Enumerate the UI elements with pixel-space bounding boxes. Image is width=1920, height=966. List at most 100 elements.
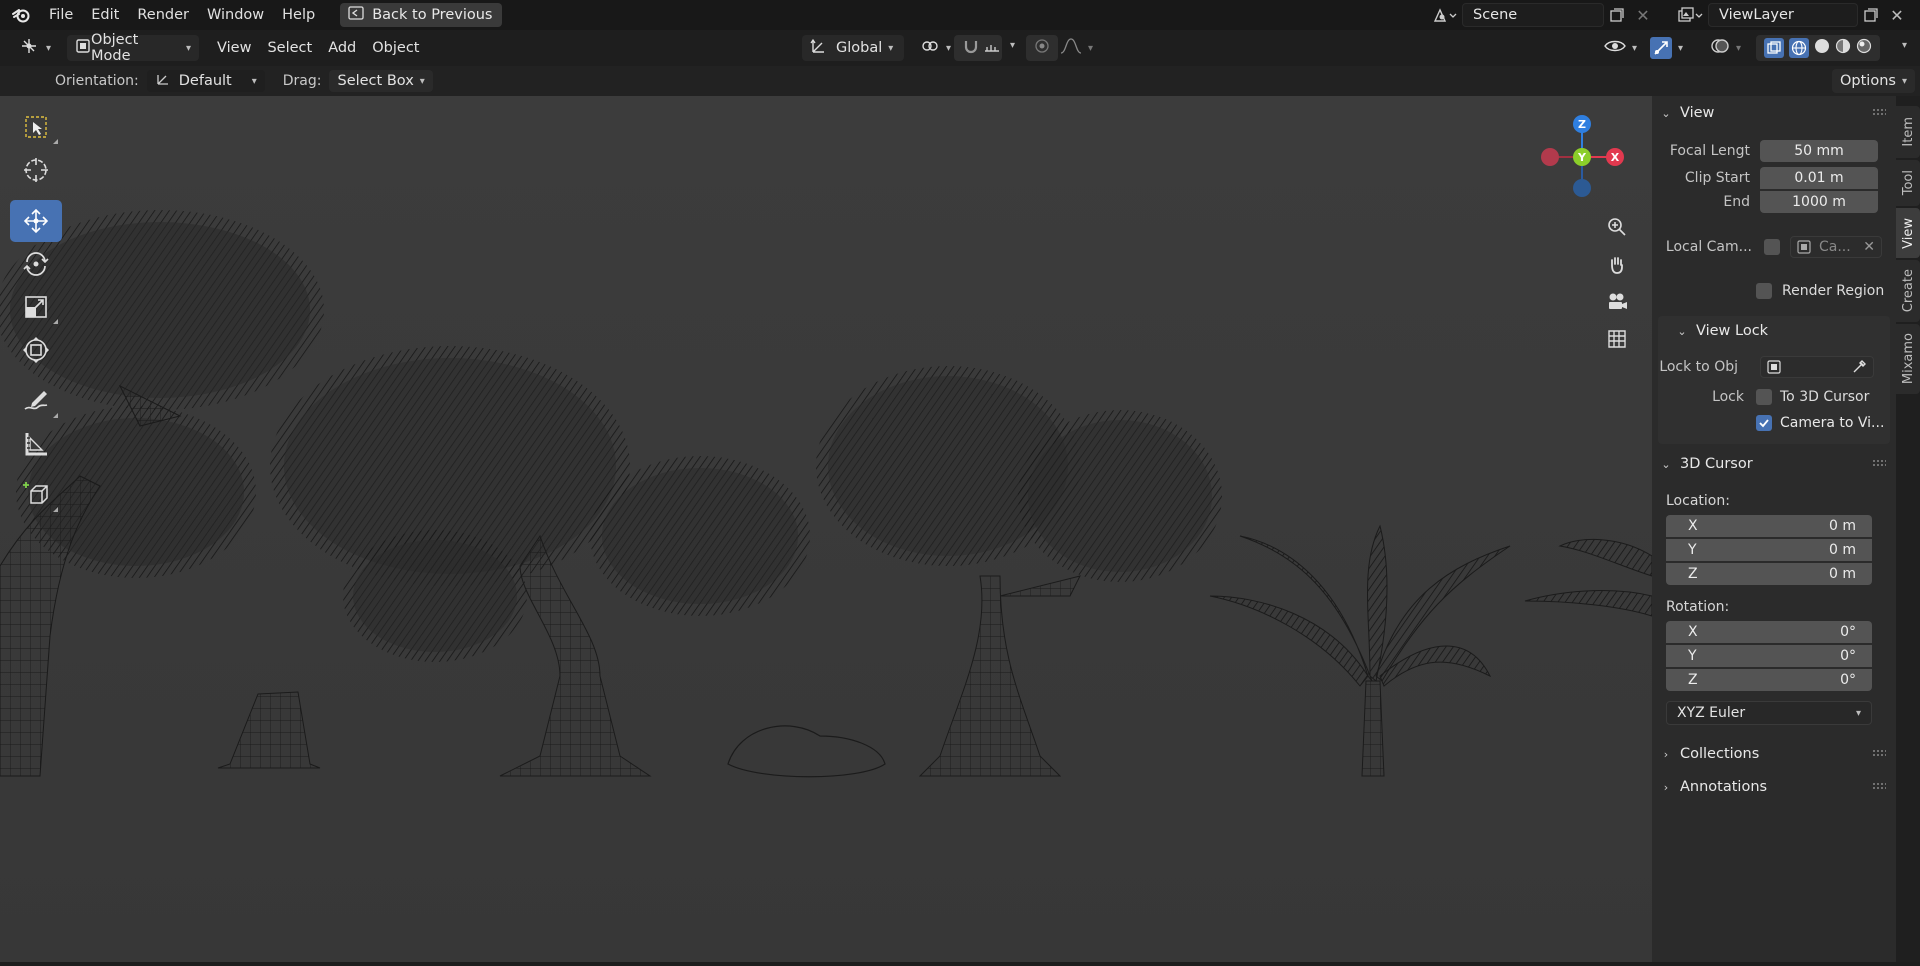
cursor-rotation-z[interactable]: Z 0° — [1666, 669, 1872, 691]
header-menu-select[interactable]: Select — [259, 35, 320, 61]
to-3d-cursor-checkbox[interactable] — [1756, 389, 1772, 405]
render-region-row[interactable]: Render Region — [1756, 280, 1884, 302]
solid-shading-icon[interactable] — [1814, 38, 1830, 58]
collections-panel-header[interactable]: › Collections — [1652, 739, 1896, 769]
cursor-tool[interactable] — [10, 149, 62, 191]
material-preview-icon[interactable] — [1835, 38, 1851, 58]
drag-grip-icon[interactable] — [1872, 782, 1886, 790]
render-region-checkbox[interactable] — [1756, 283, 1772, 299]
annotations-title: Annotations — [1680, 779, 1768, 795]
drag-grip-icon[interactable] — [1872, 749, 1886, 757]
orientation-icon — [155, 71, 171, 91]
scene-name-field[interactable]: Scene — [1462, 3, 1604, 27]
pan-view-button[interactable] — [1600, 248, 1634, 282]
rotation-mode-dropdown[interactable]: XYZ Euler ▾ — [1666, 701, 1872, 725]
3d-viewport[interactable]: Z Y X — [0, 96, 1652, 962]
lock-to-object-field[interactable] — [1760, 356, 1874, 378]
drag-dropdown[interactable]: Select Box ▾ — [329, 70, 433, 92]
view-lock-title: View Lock — [1696, 323, 1769, 339]
visibility-dropdown[interactable]: ▾ — [1596, 35, 1645, 61]
blender-logo-icon[interactable] — [6, 0, 36, 30]
header-menu-object[interactable]: Object — [364, 35, 427, 61]
back-to-previous-button[interactable]: Back to Previous — [340, 3, 503, 27]
overlays-toggle[interactable]: ▾ — [1702, 35, 1749, 61]
clip-end-field[interactable]: 1000 m — [1760, 191, 1878, 213]
menu-render[interactable]: Render — [128, 0, 198, 30]
scene-browse-icon[interactable] — [1428, 3, 1462, 27]
tab-view[interactable]: View — [1896, 208, 1920, 258]
view-layer-browse-icon[interactable] — [1672, 3, 1708, 27]
tab-item[interactable]: Item — [1896, 106, 1920, 158]
snap-chevron-icon[interactable]: ▾ — [1010, 40, 1015, 51]
new-scene-icon[interactable] — [1604, 3, 1630, 27]
cursor-location-x[interactable]: X 0 m — [1666, 515, 1872, 537]
tab-create[interactable]: Create — [1896, 260, 1920, 322]
axis-label: X — [1688, 518, 1698, 534]
clear-icon[interactable]: ✕ — [1863, 239, 1875, 255]
rendered-shading-icon[interactable] — [1856, 38, 1872, 58]
menu-file[interactable]: File — [40, 0, 82, 30]
cursor-location-z[interactable]: Z 0 m — [1666, 563, 1872, 585]
annotate-tool[interactable] — [10, 380, 62, 422]
options-dropdown[interactable]: Options ▾ — [1832, 69, 1915, 93]
zoom-view-button[interactable] — [1600, 210, 1634, 244]
local-camera-field[interactable]: Ca... ✕ — [1790, 236, 1882, 258]
tab-mixamo[interactable]: Mixamo — [1896, 324, 1920, 394]
scale-tool[interactable] — [10, 286, 62, 328]
transform-tool[interactable] — [10, 329, 62, 371]
annotations-panel-header[interactable]: › Annotations — [1652, 772, 1896, 802]
tab-tool[interactable]: Tool — [1896, 160, 1920, 206]
add-cube-tool[interactable] — [10, 474, 62, 516]
gizmo-toggle[interactable]: ▾ — [1642, 35, 1691, 61]
rotate-tool[interactable] — [10, 243, 62, 285]
transform-orientation-icon — [810, 37, 828, 59]
axis-label: Y — [1688, 648, 1697, 664]
camera-view-button[interactable] — [1600, 285, 1634, 319]
clip-start-field[interactable]: 0.01 m — [1760, 167, 1878, 189]
wireframe-shading-icon[interactable] — [1789, 38, 1809, 58]
menu-window[interactable]: Window — [198, 0, 273, 30]
cursor-rotation-x[interactable]: X 0° — [1666, 621, 1872, 643]
camera-to-view-row[interactable]: Camera to Vi... — [1756, 412, 1884, 434]
menu-edit[interactable]: Edit — [82, 0, 128, 30]
transform-orientation-dropdown[interactable]: Global ▾ — [802, 35, 904, 61]
falloff-dropdown[interactable]: ▾ — [1052, 35, 1101, 61]
object-mode-dropdown[interactable]: Object Mode ▾ — [67, 32, 200, 64]
drag-grip-icon[interactable] — [1872, 459, 1886, 467]
local-camera-row: Local Cam... Ca... ✕ — [1652, 236, 1882, 258]
cursor-location-y[interactable]: Y 0 m — [1666, 539, 1872, 561]
orientation-dropdown[interactable]: Default ▾ — [146, 70, 265, 92]
local-camera-checkbox[interactable] — [1764, 239, 1780, 255]
view-panel-header[interactable]: ⌄ View — [1652, 98, 1896, 128]
header-menu-view[interactable]: View — [209, 35, 259, 61]
cursor-rotation-y[interactable]: Y 0° — [1666, 645, 1872, 667]
drag-grip-icon[interactable] — [1872, 108, 1886, 116]
editor-type-button[interactable]: ▾ — [12, 35, 59, 61]
select-box-tool[interactable] — [10, 106, 62, 148]
new-view-layer-icon[interactable] — [1858, 3, 1884, 27]
view-layer-name-field[interactable]: ViewLayer — [1708, 3, 1858, 27]
view-panel-title: View — [1680, 105, 1715, 121]
move-tool[interactable] — [10, 200, 62, 242]
xray-icon[interactable] — [1764, 38, 1784, 58]
camera-to-view-checkbox[interactable] — [1756, 415, 1772, 431]
menu-help[interactable]: Help — [273, 0, 324, 30]
shading-chevron-icon[interactable]: ▾ — [1902, 40, 1907, 51]
chevron-down-icon: ▾ — [946, 42, 952, 54]
add-cube-icon — [23, 482, 48, 504]
3d-viewport-icon — [20, 37, 40, 59]
pivot-point-button[interactable]: ▾ — [912, 35, 959, 61]
3d-cursor-panel-header[interactable]: ⌄ 3D Cursor — [1652, 449, 1896, 479]
focal-length-field[interactable]: 50 mm — [1760, 140, 1878, 162]
snap-toggle[interactable] — [954, 35, 1002, 61]
navigation-gizmo[interactable]: Z Y X — [1528, 106, 1628, 206]
orientation-value: Default — [178, 73, 232, 89]
delete-scene-icon[interactable]: ✕ — [1630, 3, 1656, 27]
header-menu-add[interactable]: Add — [320, 35, 364, 61]
chevron-down-icon: ▾ — [1088, 42, 1094, 54]
delete-view-layer-icon[interactable]: ✕ — [1884, 3, 1910, 27]
perspective-toggle-button[interactable] — [1600, 322, 1634, 356]
top-menu-bar: File Edit Render Window Help Back to Pre… — [0, 0, 1920, 30]
measure-tool[interactable] — [10, 423, 62, 465]
view-lock-header[interactable]: ⌄ View Lock — [1668, 316, 1888, 346]
